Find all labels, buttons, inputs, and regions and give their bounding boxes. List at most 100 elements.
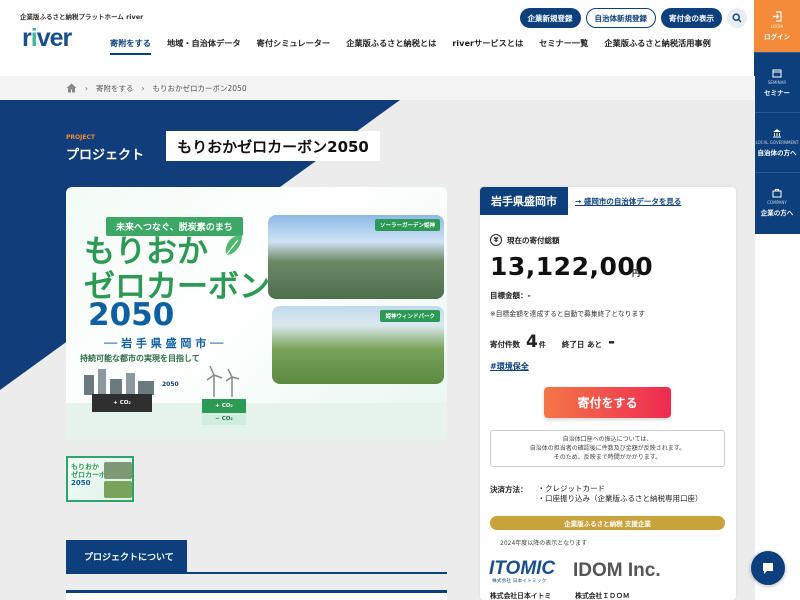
donation-amount: 13,122,000 [490, 252, 654, 281]
prefecture-label: 岩手県盛岡市 [480, 187, 568, 215]
nav-seminars[interactable]: セミナー一覧 [539, 37, 588, 55]
about-underline [66, 572, 447, 574]
company-names: 株式会社日本イトミ 株式会社ＩＤＯＭ [490, 590, 630, 600]
info-line: 自治体口座への振込については、 [562, 436, 653, 443]
payment-label: 決済方法： [490, 485, 528, 494]
rail-seminar[interactable]: SEMINAR セミナー [754, 52, 800, 112]
site-tagline: 企業版ふるさと納税プラットホーム river [20, 13, 144, 21]
hero-year: 2050 [88, 297, 175, 333]
end-label: 終了日 あと [561, 340, 602, 349]
nav-donate[interactable]: 寄附をする [110, 37, 151, 55]
login-label: ログイン [764, 33, 790, 41]
hero-description: 持続可能な都市の実現を目指して [80, 354, 200, 363]
idom-logo: IDOM Inc. [573, 560, 661, 581]
donation-count-row: 寄付件数 4 件 終了日 あと - [490, 332, 615, 352]
company-name: 株式会社日本イトミ [490, 592, 552, 600]
count-label: 寄付件数 [490, 340, 520, 349]
count-unit: 件 [538, 341, 546, 349]
hero-thumbnail[interactable]: もりおか ゼロカーボン 2050 [66, 456, 134, 502]
rail-company[interactable]: COMPANY 企業の方へ [754, 172, 800, 232]
chat-bubble-icon [763, 563, 773, 574]
hero-city: ── 岩 手 県 盛 岡 市 ── [104, 337, 224, 350]
project-label: プロジェクト [66, 148, 145, 163]
payment-method: ・クレジットカード [537, 484, 606, 493]
river-logo[interactable]: river [22, 24, 73, 53]
co2-plus-green-block: + CO₂ [202, 399, 246, 413]
login-label-en: LOGIN [770, 24, 784, 29]
search-icon [732, 13, 742, 23]
company-label-en: COMPANY [767, 200, 787, 205]
solar-garden-photo: ソーラーガーデン姫神 [268, 215, 444, 299]
leaf-icon [225, 235, 242, 256]
home-icon[interactable] [66, 83, 77, 93]
payment-list: ・クレジットカード ・口座振り込み（企業版ふるさと納税専用口座） [538, 484, 703, 504]
calendar-icon [772, 69, 782, 78]
logo-letters-ver: ver [36, 24, 73, 52]
solar-garden-tag: ソーラーガーデン姫神 [374, 219, 440, 231]
gov-label-en: LOCAL GOVERNMENT [755, 140, 799, 145]
project-about-tab[interactable]: プロジェクトについて [66, 540, 187, 572]
search-button[interactable] [727, 8, 747, 28]
nav-about-river[interactable]: riverサービスとは [452, 37, 523, 55]
yen-coin-icon: ¥ [490, 234, 502, 246]
project-name: もりおかゼロカーボン2050 [166, 131, 380, 161]
end-value: - [607, 332, 616, 352]
info-line: 自治体の担当者の確認後に件数及び金額が反映されます。 [529, 445, 686, 452]
co2-plus-block: + CO₂ [92, 394, 152, 412]
supporters-since-note: 2024年度以降の表示となります [500, 540, 588, 547]
about-content-box [66, 590, 447, 600]
login-button[interactable]: LOGIN ログイン [754, 0, 800, 52]
briefcase-icon [772, 189, 782, 198]
donation-total-label: ¥ 現在の寄付総額 [490, 234, 560, 246]
nav-simulator[interactable]: 寄付シミュレーター [257, 37, 331, 55]
donate-button[interactable]: 寄付をする [544, 387, 671, 418]
project-hero-image: 未来へつなぐ、脱炭素のまち もりおか ゼロカーボン 2050 ── 岩 手 県 盛… [66, 187, 447, 441]
company-name: 株式会社ＩＤＯＭ [575, 592, 630, 600]
seminar-label-en: SEMINAR [767, 80, 787, 85]
wind-park-tag: 姫神ウィンドパーク [380, 310, 440, 322]
thumb-photo1 [104, 462, 132, 479]
breadcrumb-sep-icon: › [85, 83, 88, 93]
login-icon [772, 11, 782, 22]
city-data-link[interactable]: → 盛岡市の自治体データを見る [575, 196, 681, 207]
side-rail: LOGIN ログイン SEMINAR セミナー LOCAL GOVERNMENT… [754, 0, 800, 234]
nav-about-furusato[interactable]: 企業版ふるさと納税とは [346, 37, 436, 55]
info-line: そのため、反映まで時間がかかります。 [553, 454, 662, 461]
city-illustration-icon [84, 369, 154, 395]
breadcrumb: › 寄附をする › もりおかゼロカーボン2050 [0, 76, 755, 100]
donation-view-button[interactable]: 寄付金の表示 [661, 8, 722, 28]
itomic-logo-sub: 株式会社 日本イトミック [492, 579, 547, 584]
project-label-en: PROJECT [66, 134, 95, 141]
payment-methods: 決済方法： ・クレジットカード ・口座振り込み（企業版ふるさと納税専用口座） [490, 484, 703, 504]
transfer-info-box: 自治体口座への振込については、 自治体の担当者の確認後に件数及び金額が反映されま… [490, 430, 725, 467]
logo-letter-r: r [22, 24, 32, 52]
wind-park-photo: 姫神ウィンドパーク [272, 306, 444, 384]
seminar-label: セミナー [764, 89, 790, 97]
nav-region-data[interactable]: 地域・自治体データ [167, 37, 241, 55]
hashtag-link[interactable]: #環境保全 [490, 361, 529, 372]
gov-register-button[interactable]: 自治体新規登録 [585, 8, 656, 28]
gov-label: 自治体の方へ [757, 149, 797, 157]
payment-method: ・口座振り込み（企業版ふるさと納税専用口座） [537, 494, 703, 503]
nav-case-studies[interactable]: 企業版ふるさと納税活用事例 [604, 37, 710, 55]
main-nav: 寄附をする 地域・自治体データ 寄付シミュレーター 企業版ふるさと納税とは ri… [110, 37, 711, 55]
year-arrow: 2050 [162, 381, 179, 388]
co2-minus-block: − CO₂ [202, 413, 246, 425]
rail-local-gov[interactable]: LOCAL GOVERNMENT 自治体の方へ [754, 112, 800, 172]
header-actions: 企業新規登録 自治体新規登録 寄付金の表示 [519, 8, 747, 28]
count-value: 4 [526, 332, 538, 352]
thumb-photo2 [104, 481, 132, 498]
site-header: 企業版ふるさと納税プラットホーム river river 企業新規登録 自治体新… [0, 0, 755, 76]
government-icon [773, 129, 781, 138]
breadcrumb-donate[interactable]: 寄附をする [96, 83, 134, 94]
total-label-text: 現在の寄付総額 [507, 235, 560, 245]
breadcrumb-current: もりおかゼロカーボン2050 [152, 83, 247, 93]
breadcrumb-sep-icon: › [141, 83, 145, 93]
company-register-button[interactable]: 企業新規登録 [519, 8, 581, 28]
supporting-companies-header: 企業版ふるさと納税 支援企業 [490, 516, 725, 530]
company-label: 企業の方へ [760, 209, 794, 217]
goal-note: ※目標金額を達成すると自動で募集終了となります [490, 310, 646, 318]
wind-turbine-icon [206, 365, 240, 397]
chat-button[interactable] [751, 551, 785, 585]
goal-amount: 目標金額：- [490, 291, 531, 300]
